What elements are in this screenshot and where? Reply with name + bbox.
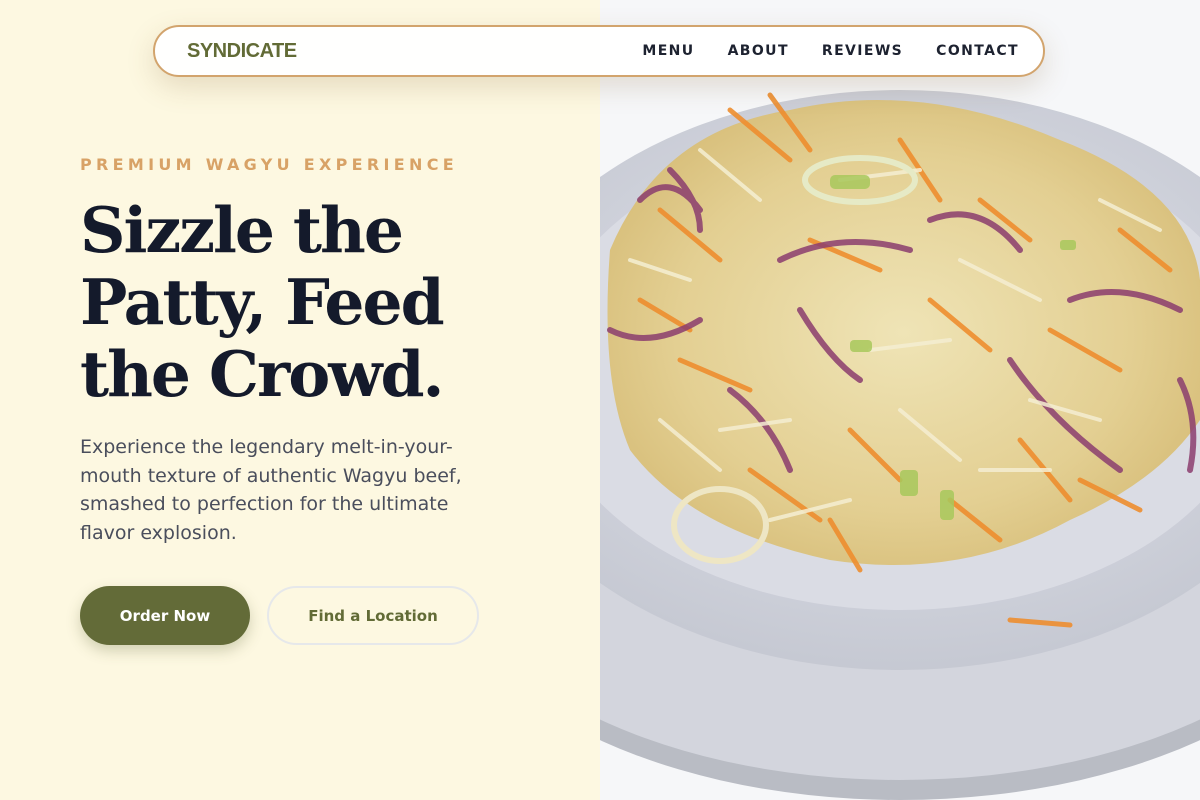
brand-logo[interactable]: SYNDICATE	[187, 40, 297, 63]
hero-description: Experience the legendary melt-in-your-mo…	[80, 436, 462, 544]
hero-eyebrow: PREMIUM WAGYU EXPERIENCE	[80, 155, 458, 174]
hero-title: Sizzle the Patty, Feed the Crowd.	[80, 193, 445, 411]
order-now-button[interactable]: Order Now	[80, 586, 250, 645]
nav-link-menu[interactable]: MENU	[642, 43, 694, 59]
top-navbar: SYNDICATE MENU ABOUT REVIEWS CONTACT	[153, 25, 1045, 77]
nav-links: MENU ABOUT REVIEWS CONTACT	[609, 43, 1019, 59]
hero-image-panel	[600, 0, 1200, 800]
nav-link-reviews[interactable]: REVIEWS	[822, 43, 903, 59]
coleslaw-plate-image	[600, 90, 1200, 800]
find-location-button[interactable]: Find a Location	[267, 586, 479, 645]
nav-link-contact[interactable]: CONTACT	[936, 43, 1019, 59]
nav-link-about[interactable]: ABOUT	[728, 43, 789, 59]
